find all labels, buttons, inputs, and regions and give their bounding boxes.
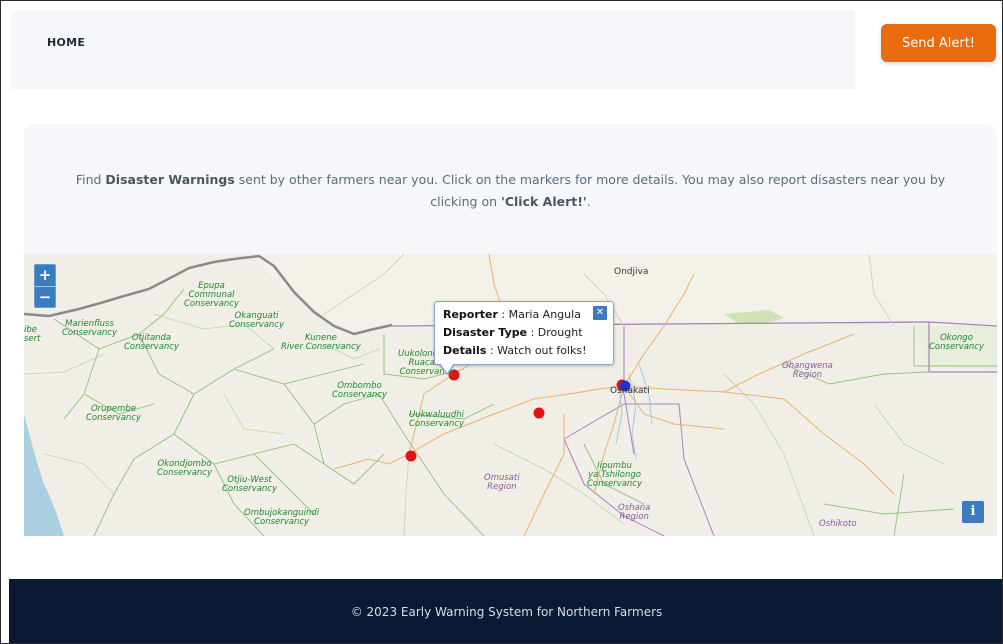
popup-details-label: Details (443, 344, 487, 357)
nav-home-link[interactable]: HOME (47, 36, 85, 49)
map-label-okondjombo: Okondjombo Conservancy (157, 459, 213, 478)
intro-bold-click-alert: 'Click Alert!' (501, 194, 587, 209)
map-label-ombombo: Ombombo Conservancy (332, 381, 388, 400)
page: HOME Send Alert! Find Disaster Warnings … (0, 0, 1003, 644)
popup-close-icon[interactable]: ✕ (593, 306, 607, 320)
map-label-ohangwena: Ohangwena Region (782, 361, 833, 380)
map-label-orupembe: Orupembe Conservancy (86, 404, 142, 423)
footer-copyright: © 2023 Early Warning System for Northern… (350, 605, 663, 619)
zoom-out-button[interactable]: − (35, 287, 55, 308)
map-label-uukwaluudhi: Uukwaluudhi Conservancy (409, 410, 465, 429)
map-tiles (24, 254, 997, 536)
map-label-okanguati: Okanguati Conservancy (229, 311, 285, 330)
map-view[interactable]: Epupa Communal Conservancy Okanguati Conser… (24, 254, 997, 536)
map-card: Find Disaster Warnings sent by other far… (24, 124, 997, 536)
send-alert-button[interactable]: Send Alert! (881, 24, 996, 62)
map-label-left-edge: ibe sert (24, 325, 41, 344)
popup-details-line: Details : Watch out folks! (443, 342, 605, 360)
map-label-ondjiva: Ondjiva (614, 267, 649, 277)
popup-type-line: Disaster Type : Drought (443, 324, 605, 342)
intro-text: Find Disaster Warnings sent by other far… (24, 169, 997, 213)
map-label-kunene: Kunene River Conservancy (281, 333, 361, 352)
popup-tip (440, 363, 454, 373)
map-label-iipumbu: Iipumbu ya Tshilongo Conservancy (587, 461, 643, 489)
map-label-ombujokanguindi: Ombujokanguindi Conservancy (244, 508, 320, 527)
popup-details-value: : Watch out folks! (486, 344, 587, 357)
map-label-marienfluss: Marienfluss Conservancy (62, 319, 118, 338)
map-label-otjiu-west: Otjiu-West Conservancy (222, 475, 278, 494)
intro-text-1: Find (75, 172, 106, 187)
map-label-okongo: Okongo Conservancy (929, 333, 985, 352)
navbar: HOME (11, 11, 855, 89)
map-label-oshikoto: Oshikoto (819, 519, 857, 529)
map-label-omusati: Omusati Region (484, 473, 520, 492)
intro-bold-disaster-warnings: Disaster Warnings (105, 172, 235, 187)
zoom-control: + − (34, 264, 56, 308)
popup-reporter-line: Reporter : Maria Angula (443, 306, 605, 324)
map-label-otjitanda: Otjitanda Conservancy (124, 333, 180, 352)
popup-reporter-label: Reporter (443, 308, 498, 321)
map-label-epupa: Epupa Communal Conservancy (184, 281, 240, 309)
popup-type-label: Disaster Type (443, 326, 528, 339)
map-label-oshakati: Oshakati (610, 386, 650, 396)
map-label-oshana: Oshana Region (618, 503, 651, 522)
zoom-in-button[interactable]: + (35, 265, 55, 286)
info-icon[interactable]: i (962, 501, 984, 523)
popup-type-value: : Drought (527, 326, 583, 339)
intro-text-3: . (586, 194, 591, 209)
footer: © 2023 Early Warning System for Northern… (9, 579, 1002, 643)
popup-reporter-value: : Maria Angula (497, 308, 581, 321)
marker-popup: Reporter : Maria Angula Disaster Type : … (434, 301, 614, 365)
